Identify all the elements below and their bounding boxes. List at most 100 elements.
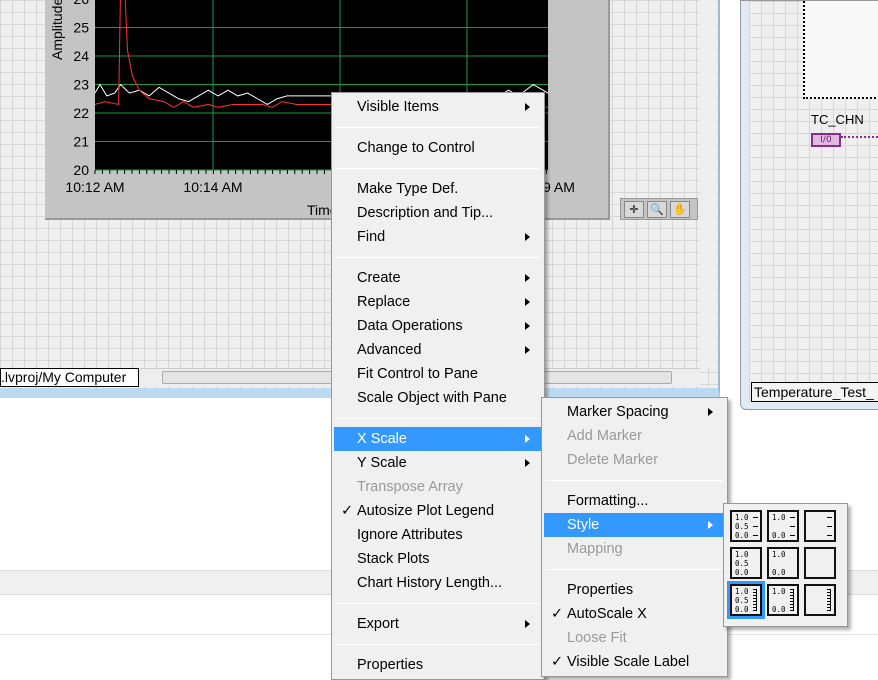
menu-item-marker-spacing[interactable]: Marker Spacing (544, 400, 725, 424)
menu-item-style[interactable]: Style (544, 513, 725, 537)
scale-style-option[interactable]: 1.0 0.0 (767, 547, 799, 579)
loop-structure[interactable] (803, 1, 878, 99)
menu-item-visible-scale-label[interactable]: ✓ Visible Scale Label (544, 650, 725, 674)
zoom-icon[interactable]: 🔍 (647, 201, 667, 218)
menu-separator (336, 418, 540, 419)
menu-item-loose-fit: Loose Fit (544, 626, 725, 650)
y-tick-label: 20 (73, 162, 89, 178)
menu-separator (336, 168, 540, 169)
scale-style-option[interactable]: 1.0 0.5 0.0 (730, 547, 762, 579)
scale-style-option[interactable] (804, 547, 836, 579)
menu-item-change-to-control[interactable]: Change to Control (334, 136, 542, 160)
submenu-arrow-icon (525, 322, 530, 330)
menu-item-label: Data Operations (357, 318, 463, 334)
scale-style-option[interactable] (804, 510, 836, 542)
menu-item-make-type-def[interactable]: Make Type Def. (334, 177, 542, 201)
menu-item-fit-control-to-pane[interactable]: Fit Control to Pane (334, 362, 542, 386)
submenu-arrow-icon (525, 346, 530, 354)
menu-item-label: Create (357, 270, 401, 286)
submenu-arrow-icon (525, 274, 530, 282)
scale-style-option[interactable] (804, 584, 836, 616)
menu-item-stack-plots[interactable]: Stack Plots (334, 547, 542, 571)
menu-item-label: Marker Spacing (567, 404, 669, 420)
io-terminal[interactable]: I/0 (811, 133, 841, 147)
menu-separator (546, 569, 723, 570)
menu-item-delete-marker: Delete Marker (544, 448, 725, 472)
cursor-move-icon[interactable]: ✛ (624, 201, 644, 218)
submenu-arrow-icon (525, 620, 530, 628)
checkmark-icon: ✓ (551, 654, 564, 670)
submenu-arrow-icon (525, 459, 530, 467)
y-tick-label: 26 (73, 0, 89, 7)
menu-separator (336, 127, 540, 128)
menu-item-x-scale[interactable]: X Scale (334, 427, 542, 451)
menu-item-label: Visible Scale Label (567, 654, 690, 670)
vertical-scrollbar[interactable] (700, 0, 716, 368)
menu-item-label: X Scale (357, 431, 407, 447)
tick-mark (827, 535, 832, 536)
graph-palette: ✛ 🔍 ✋ (620, 198, 698, 220)
menu-item-description-and-tip[interactable]: Description and Tip... (334, 201, 542, 225)
submenu-arrow-icon (525, 435, 530, 443)
menu-item-properties[interactable]: Properties (544, 578, 725, 602)
scale-label: 1.0 (772, 513, 786, 522)
tick-mark (790, 535, 795, 536)
scale-style-option[interactable]: 1.0 0.5 0.0 (730, 510, 762, 542)
tick-mark (827, 526, 832, 527)
menu-item-label: Fit Control to Pane (357, 366, 478, 382)
scale-label: 1.0 (772, 550, 786, 559)
menu-item-data-operations[interactable]: Data Operations (334, 314, 542, 338)
style-palette: 1.0 0.5 0.0 1.0 0.0 1.0 0.5 0.0 1.0 0.0 1.0 0.5 0.0 1… (723, 503, 848, 627)
tick-mark (827, 517, 832, 518)
menu-item-replace[interactable]: Replace (334, 290, 542, 314)
menu-item-label: Properties (567, 582, 634, 598)
menu-item-advanced[interactable]: Advanced (334, 338, 542, 362)
y-tick-label: 24 (73, 48, 89, 64)
menu-item-autoscale-x[interactable]: ✓ AutoScale X (544, 602, 725, 626)
menu-item-formatting[interactable]: Formatting... (544, 489, 725, 513)
tick-mark (790, 589, 794, 611)
scale-style-option[interactable]: 1.0 0.0 (767, 510, 799, 542)
wire (841, 136, 878, 139)
menu-item-label: Scale Object with Pane (357, 390, 507, 406)
pan-hand-icon[interactable]: ✋ (670, 201, 690, 218)
y-axis-label: Amplitude (49, 0, 65, 60)
tick-mark (827, 589, 831, 611)
menu-item-find[interactable]: Find (334, 225, 542, 249)
y-tick-label: 21 (73, 134, 89, 150)
menu-item-create[interactable]: Create (334, 266, 542, 290)
window-label: Temperature_Test_ (751, 382, 878, 402)
menu-item-label: Chart History Length... (357, 575, 503, 591)
menu-item-label: Export (357, 616, 399, 632)
menu-item-label: Advanced (357, 342, 422, 358)
menu-separator (336, 603, 540, 604)
menu-item-export[interactable]: Export (334, 612, 542, 636)
terminal-label: TC_CHN (811, 112, 864, 127)
menu-item-label: Transpose Array (357, 479, 463, 495)
menu-item-properties[interactable]: Properties (334, 653, 542, 677)
menu-item-ignore-attributes[interactable]: Ignore Attributes (334, 523, 542, 547)
scale-style-option[interactable]: 1.0 0.0 (767, 584, 799, 616)
menu-item-y-scale[interactable]: Y Scale (334, 451, 542, 475)
y-tick-label: 22 (73, 105, 89, 121)
menu-item-label: Make Type Def. (357, 181, 459, 197)
menu-item-scale-object-with-pane[interactable]: Scale Object with Pane (334, 386, 542, 410)
menu-item-visible-items[interactable]: Visible Items (334, 95, 542, 119)
tick-mark (753, 535, 758, 536)
scale-label: 0.0 (772, 605, 786, 614)
menu-separator (336, 257, 540, 258)
menu-item-label: Autosize Plot Legend (357, 503, 495, 519)
y-tick-label: 23 (73, 77, 89, 93)
menu-item-label: Style (567, 517, 600, 533)
x-tick-label: 10:12 AM (65, 179, 124, 195)
menu-item-mapping: Mapping (544, 537, 725, 561)
menu-separator (546, 480, 723, 481)
scale-style-option[interactable]: 1.0 0.5 0.0 (727, 581, 765, 619)
x-tick-label: 9 AM (543, 179, 575, 195)
menu-item-chart-history-length[interactable]: Chart History Length... (334, 571, 542, 595)
x-tick-label: 10:14 AM (183, 179, 242, 195)
scale-label: 0.0 (772, 531, 786, 540)
tick-mark (753, 517, 758, 518)
context-menu: Visible Items Change to Control Make Type … (331, 92, 545, 680)
menu-item-autosize-plot-legend[interactable]: ✓ Autosize Plot Legend (334, 499, 542, 523)
